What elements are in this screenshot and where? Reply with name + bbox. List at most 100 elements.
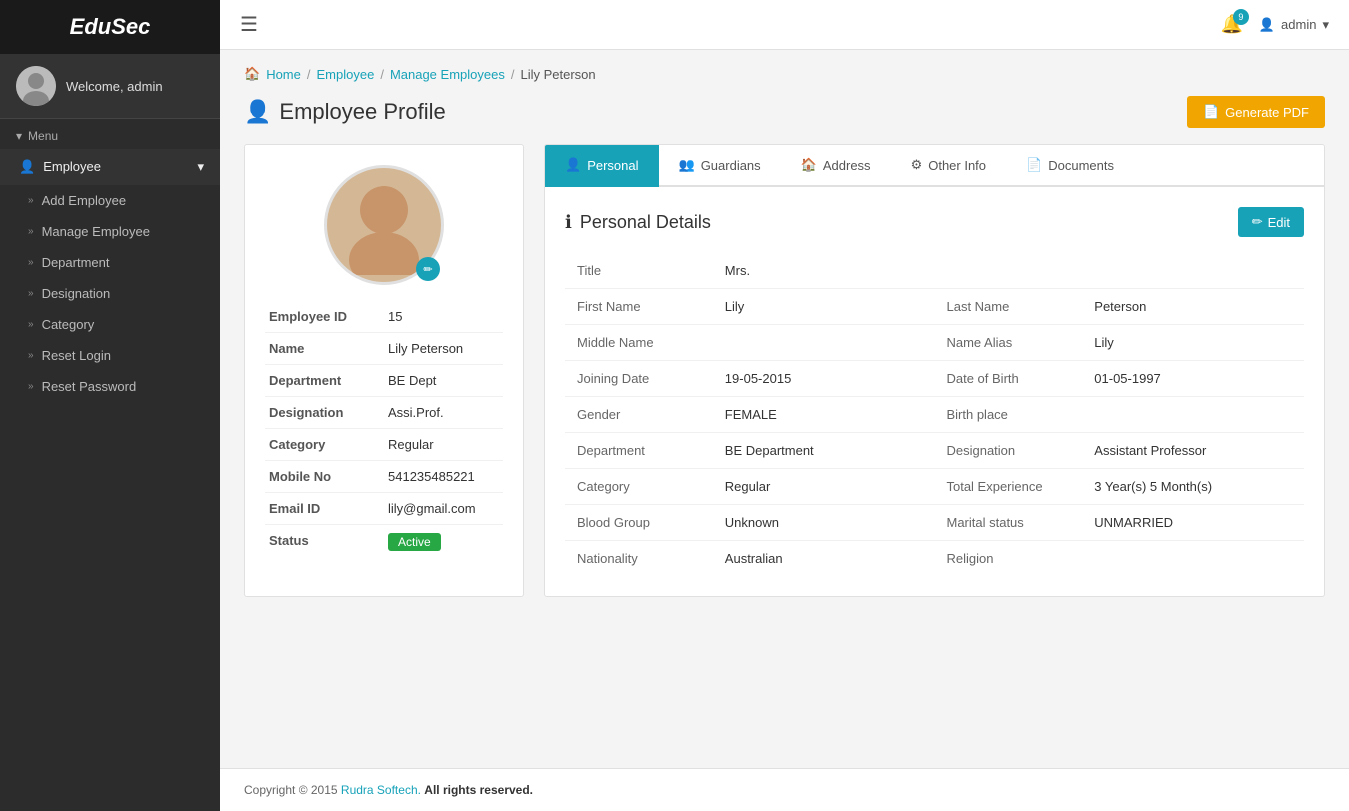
- name-label: Name: [265, 333, 384, 365]
- col1-value: Unknown: [713, 505, 935, 541]
- col1-label: Blood Group: [565, 505, 713, 541]
- col1-value: [713, 325, 935, 361]
- employee-id-value: 15: [384, 301, 503, 333]
- other-info-icon: ⚙: [911, 157, 923, 173]
- menu-label: ▾ Menu: [0, 119, 220, 149]
- col1-value: 19-05-2015: [713, 361, 935, 397]
- table-row: Joining Date 19-05-2015 Date of Birth 01…: [565, 361, 1304, 397]
- col2-value: UNMARRIED: [1082, 505, 1304, 541]
- breadcrumb-employee-link[interactable]: Employee: [317, 67, 375, 82]
- hamburger-button[interactable]: ☰: [240, 12, 258, 37]
- footer-rights: All rights reserved.: [424, 783, 533, 797]
- sidebar-item-reset-login[interactable]: » Reset Login: [0, 340, 220, 371]
- admin-label: admin: [1281, 17, 1316, 32]
- tab-documents[interactable]: 📄 Documents: [1006, 145, 1134, 187]
- table-row: Department BE Dept: [265, 365, 503, 397]
- table-row: Middle Name Name Alias Lily: [565, 325, 1304, 361]
- sidebar-user: Welcome, admin: [0, 54, 220, 119]
- employee-id-label: Employee ID: [265, 301, 384, 333]
- notification-bell[interactable]: 🔔 9: [1220, 14, 1242, 35]
- col2-label: Last Name: [934, 289, 1082, 325]
- designation-value: Assi.Prof.: [384, 397, 503, 429]
- breadcrumb-sep2: /: [380, 67, 384, 82]
- col1-label: Title: [565, 253, 713, 289]
- name-value: Lily Peterson: [384, 333, 503, 365]
- footer-company-link[interactable]: Rudra Softech.: [341, 783, 421, 797]
- col1-label: Nationality: [565, 541, 713, 577]
- category-label: Category: [265, 429, 384, 461]
- tab-other-info[interactable]: ⚙ Other Info: [891, 145, 1006, 187]
- sidebar-item-manage-employee[interactable]: » Manage Employee: [0, 216, 220, 247]
- table-row: Department BE Department Designation Ass…: [565, 433, 1304, 469]
- table-row: Category Regular: [265, 429, 503, 461]
- profile-photo-wrap: ✏: [324, 165, 444, 285]
- content-area: 🏠 Home / Employee / Manage Employees / L…: [220, 50, 1349, 768]
- status-label: Status: [265, 525, 384, 560]
- table-row: Name Lily Peterson: [265, 333, 503, 365]
- col2-label: Total Experience: [934, 469, 1082, 505]
- info-icon: ℹ: [565, 212, 572, 233]
- col1-value: Mrs.: [713, 253, 935, 289]
- col1-label: Middle Name: [565, 325, 713, 361]
- pdf-icon: 📄: [1203, 104, 1219, 120]
- department-label: Department: [265, 365, 384, 397]
- category-value: Regular: [384, 429, 503, 461]
- col2-value: [1082, 253, 1304, 289]
- avatar: [16, 66, 56, 106]
- profile-info-table: Employee ID 15 Name Lily Peterson Depart…: [265, 301, 503, 559]
- col2-value: Assistant Professor: [1082, 433, 1304, 469]
- tab-address[interactable]: 🏠 Address: [781, 145, 891, 187]
- address-icon: 🏠: [801, 157, 817, 173]
- edit-button[interactable]: ✏ Edit: [1238, 207, 1304, 237]
- photo-edit-button[interactable]: ✏: [416, 257, 440, 281]
- documents-icon: 📄: [1026, 157, 1042, 173]
- sidebar-item-add-employee[interactable]: » Add Employee: [0, 185, 220, 216]
- guardians-icon: 👥: [679, 157, 695, 173]
- breadcrumb-current: Lily Peterson: [520, 67, 595, 82]
- table-row: Designation Assi.Prof.: [265, 397, 503, 429]
- col2-value: Lily: [1082, 325, 1304, 361]
- col1-value: Regular: [713, 469, 935, 505]
- col2-value: 01-05-1997: [1082, 361, 1304, 397]
- topbar-left: ☰: [240, 12, 258, 37]
- breadcrumb-sep1: /: [307, 67, 311, 82]
- chevron-down-icon: ▾: [1322, 17, 1329, 33]
- admin-icon: 👤: [1259, 17, 1275, 33]
- department-value: BE Dept: [384, 365, 503, 397]
- tabs: 👤 Personal 👥 Guardians 🏠 Address ⚙ Other…: [545, 145, 1324, 187]
- col2-label: Marital status: [934, 505, 1082, 541]
- tab-guardians[interactable]: 👥 Guardians: [659, 145, 781, 187]
- profile-right-card: 👤 Personal 👥 Guardians 🏠 Address ⚙ Other…: [544, 144, 1325, 597]
- mobile-value: 541235485221: [384, 461, 503, 493]
- col2-value: 3 Year(s) 5 Month(s): [1082, 469, 1304, 505]
- sidebar-item-reset-password[interactable]: » Reset Password: [0, 371, 220, 402]
- sidebar-item-designation[interactable]: » Designation: [0, 278, 220, 309]
- col2-value: [1082, 541, 1304, 577]
- nav-group-employee: 👤Employee ▾ » Add Employee » Manage Empl…: [0, 149, 220, 402]
- table-row: Nationality Australian Religion: [565, 541, 1304, 577]
- col2-label: Designation: [934, 433, 1082, 469]
- table-row: Email ID lily@gmail.com: [265, 493, 503, 525]
- tab-personal[interactable]: 👤 Personal: [545, 145, 659, 187]
- admin-menu[interactable]: 👤 admin ▾: [1259, 17, 1329, 33]
- page-title-row: 👤 Employee Profile 📄 Generate PDF: [244, 96, 1325, 128]
- tab-content-personal: ℹ Personal Details ✏ Edit Title Mrs. Fir…: [545, 187, 1324, 596]
- welcome-label: Welcome, admin: [66, 79, 163, 94]
- col2-label: Date of Birth: [934, 361, 1082, 397]
- breadcrumb-home-link[interactable]: Home: [266, 67, 301, 82]
- mobile-label: Mobile No: [265, 461, 384, 493]
- col2-value: [1082, 397, 1304, 433]
- sidebar-item-category[interactable]: » Category: [0, 309, 220, 340]
- topbar-right: 🔔 9 👤 admin ▾: [1220, 14, 1329, 35]
- breadcrumb-manage-employees-link[interactable]: Manage Employees: [390, 67, 505, 82]
- status-cell: Active: [384, 525, 503, 560]
- sidebar-item-department[interactable]: » Department: [0, 247, 220, 278]
- designation-label: Designation: [265, 397, 384, 429]
- footer-text: Copyright © 2015: [244, 783, 338, 797]
- generate-pdf-button[interactable]: 📄 Generate PDF: [1187, 96, 1325, 128]
- nav-group-employee-header[interactable]: 👤Employee ▾: [0, 149, 220, 185]
- col2-label: Name Alias: [934, 325, 1082, 361]
- app-logo: EduSec: [0, 0, 220, 54]
- breadcrumb-sep3: /: [511, 67, 515, 82]
- col2-value: Peterson: [1082, 289, 1304, 325]
